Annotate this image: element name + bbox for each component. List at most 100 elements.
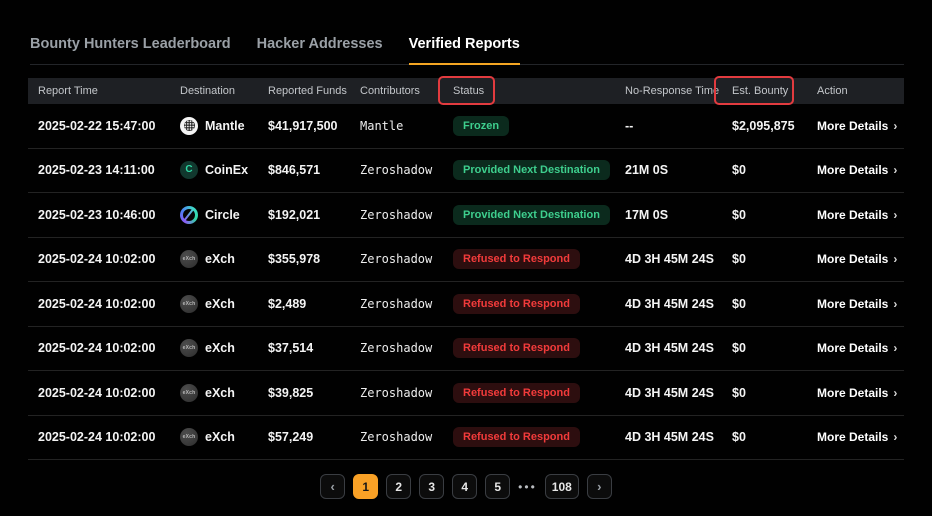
column-header-reported-funds: Reported Funds — [268, 85, 360, 97]
table-row: 2025-02-23 10:46:00 Circle $192,021 Zero… — [28, 193, 904, 238]
more-details-link[interactable]: More Details› — [817, 341, 904, 355]
report-time: 2025-02-22 15:47:00 — [38, 119, 180, 133]
est-bounty: $0 — [732, 386, 817, 400]
column-header-status: Status — [453, 85, 625, 97]
reported-funds: $57,249 — [268, 430, 360, 444]
contributors: Zeroshadow — [360, 252, 453, 266]
est-bounty: $0 — [732, 341, 817, 355]
status-badge: Refused to Respond — [453, 427, 580, 447]
report-time: 2025-02-23 14:11:00 — [38, 163, 180, 177]
status-cell: Provided Next Destination — [453, 205, 625, 225]
est-bounty: $0 — [732, 430, 817, 444]
circle-icon — [180, 206, 198, 224]
no-response-time: 4D 3H 45M 24S — [625, 341, 732, 355]
status-badge: Provided Next Destination — [453, 205, 610, 225]
destination-cell: eXch eXch — [180, 384, 268, 402]
destination-name: eXch — [205, 341, 235, 355]
no-response-time: -- — [625, 119, 732, 133]
more-details-link[interactable]: More Details› — [817, 208, 904, 222]
contributors: Zeroshadow — [360, 297, 453, 311]
exch-icon: eXch — [180, 339, 198, 357]
more-details-link[interactable]: More Details› — [817, 297, 904, 311]
destination-name: eXch — [205, 252, 235, 266]
pagination-page-108[interactable]: 108 — [545, 474, 579, 499]
column-header-report-time: Report Time — [38, 85, 180, 97]
pagination-page-1[interactable]: 1 — [353, 474, 378, 499]
chevron-right-icon: › — [893, 386, 897, 400]
destination-name: Mantle — [205, 119, 245, 133]
no-response-time: 4D 3H 45M 24S — [625, 297, 732, 311]
table-header-row: Report TimeDestinationReported FundsCont… — [28, 78, 904, 104]
report-time: 2025-02-24 10:02:00 — [38, 341, 180, 355]
more-details-link[interactable]: More Details› — [817, 119, 904, 133]
contributors: Zeroshadow — [360, 430, 453, 444]
status-cell: Refused to Respond — [453, 427, 625, 447]
pagination-page-2[interactable]: 2 — [386, 474, 411, 499]
chevron-right-icon: › — [893, 163, 897, 177]
destination-cell: Circle — [180, 206, 268, 224]
report-time: 2025-02-24 10:02:00 — [38, 252, 180, 266]
pagination-page-5[interactable]: 5 — [485, 474, 510, 499]
status-badge: Provided Next Destination — [453, 160, 610, 180]
more-details-link[interactable]: More Details› — [817, 163, 904, 177]
destination-cell: eXch eXch — [180, 339, 268, 357]
more-details-link[interactable]: More Details› — [817, 386, 904, 400]
chevron-right-icon: › — [893, 297, 897, 311]
reported-funds: $37,514 — [268, 341, 360, 355]
est-bounty: $0 — [732, 252, 817, 266]
contributors: Zeroshadow — [360, 163, 453, 177]
reported-funds: $846,571 — [268, 163, 360, 177]
contributors: Mantle — [360, 119, 453, 133]
more-details-link[interactable]: More Details› — [817, 430, 904, 444]
destination-cell: eXch eXch — [180, 250, 268, 268]
status-badge: Refused to Respond — [453, 383, 580, 403]
chevron-right-icon: › — [893, 208, 897, 222]
table-row: 2025-02-24 10:02:00 eXch eXch $355,978 Z… — [28, 238, 904, 283]
status-badge: Refused to Respond — [453, 294, 580, 314]
no-response-time: 4D 3H 45M 24S — [625, 430, 732, 444]
no-response-time: 17M 0S — [625, 208, 732, 222]
pagination-next-button[interactable]: › — [587, 474, 612, 499]
pagination: ‹12345•••108› — [0, 474, 932, 499]
exch-icon: eXch — [180, 295, 198, 313]
pagination-prev-button[interactable]: ‹ — [320, 474, 345, 499]
table-row: 2025-02-24 10:02:00 eXch eXch $57,249 Ze… — [28, 416, 904, 461]
column-header-est-bounty: Est. Bounty — [732, 85, 817, 97]
no-response-time: 4D 3H 45M 24S — [625, 386, 732, 400]
chevron-right-icon: › — [893, 252, 897, 266]
destination-name: eXch — [205, 297, 235, 311]
destination-name: eXch — [205, 386, 235, 400]
no-response-time: 4D 3H 45M 24S — [625, 252, 732, 266]
status-cell: Refused to Respond — [453, 249, 625, 269]
reported-funds: $2,489 — [268, 297, 360, 311]
destination-cell: C CoinEx — [180, 161, 268, 179]
table-row: 2025-02-23 14:11:00 C CoinEx $846,571 Ze… — [28, 149, 904, 194]
more-details-link[interactable]: More Details› — [817, 252, 904, 266]
status-cell: Frozen — [453, 116, 625, 136]
status-cell: Refused to Respond — [453, 338, 625, 358]
pagination-page-3[interactable]: 3 — [419, 474, 444, 499]
column-header-contributors: Contributors — [360, 85, 453, 97]
report-time: 2025-02-23 10:46:00 — [38, 208, 180, 222]
est-bounty: $0 — [732, 297, 817, 311]
reported-funds: $355,978 — [268, 252, 360, 266]
chevron-right-icon: › — [893, 341, 897, 355]
report-time: 2025-02-24 10:02:00 — [38, 430, 180, 444]
status-badge: Refused to Respond — [453, 338, 580, 358]
tab-hacker-addresses[interactable]: Hacker Addresses — [257, 36, 383, 64]
chevron-right-icon: › — [893, 430, 897, 444]
status-cell: Provided Next Destination — [453, 160, 625, 180]
pagination-page-4[interactable]: 4 — [452, 474, 477, 499]
status-badge: Frozen — [453, 116, 509, 136]
chevron-right-icon: › — [893, 119, 897, 133]
table-row: 2025-02-24 10:02:00 eXch eXch $39,825 Ze… — [28, 371, 904, 416]
destination-name: eXch — [205, 430, 235, 444]
table-row: 2025-02-24 10:02:00 eXch eXch $37,514 Ze… — [28, 327, 904, 372]
reported-funds: $41,917,500 — [268, 119, 360, 133]
exch-icon: eXch — [180, 250, 198, 268]
tab-bounty-hunters-leaderboard[interactable]: Bounty Hunters Leaderboard — [30, 36, 231, 64]
tab-verified-reports[interactable]: Verified Reports — [409, 36, 520, 64]
no-response-time: 21M 0S — [625, 163, 732, 177]
exch-icon: eXch — [180, 384, 198, 402]
destination-name: Circle — [205, 208, 240, 222]
